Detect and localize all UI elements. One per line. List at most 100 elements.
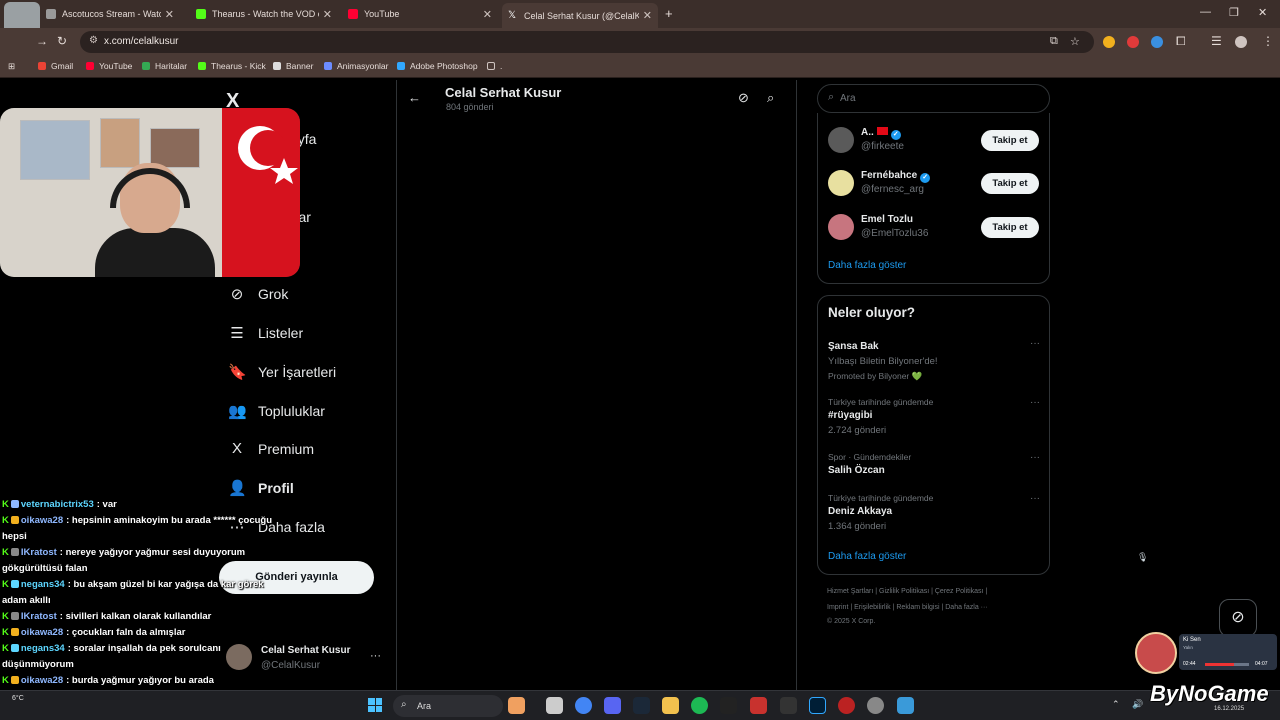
weather-widget[interactable]: 6°C <box>12 695 24 702</box>
trend-item[interactable]: Türkiye tarihinde gündemde #rüyagibi 2.7… <box>828 397 1040 436</box>
tab-youtube[interactable]: YouTube ✕ <box>342 4 498 24</box>
trend-title: Deniz Akkaya <box>828 506 893 517</box>
bookmark-star-icon[interactable]: ☆ <box>1070 35 1080 48</box>
user-handle: @firkeete <box>861 141 904 152</box>
spotify-icon[interactable] <box>691 697 708 714</box>
minimize-icon[interactable]: — <box>1200 6 1211 18</box>
address-bar[interactable]: ⚙ x.com/celalkusur ⧉ ☆ <box>80 31 1094 53</box>
apps-grid-icon[interactable]: ⊞ <box>8 61 15 72</box>
app-icon[interactable] <box>838 697 855 714</box>
follow-button[interactable]: Takip et <box>981 173 1039 194</box>
close-tab-icon[interactable]: ✕ <box>323 8 332 21</box>
back-arrow-icon[interactable]: ← <box>408 90 421 105</box>
more-icon[interactable]: ··· <box>1030 493 1040 504</box>
extension-icon[interactable] <box>1151 36 1163 48</box>
sidebar-item-profile[interactable]: 👤 Profil <box>228 479 294 497</box>
grok-icon[interactable]: ⊘ <box>738 90 749 106</box>
bookmark-folder[interactable]: . <box>487 61 502 71</box>
tab-x-profile[interactable]: 𝕏 Celal Serhat Kusur (@CelalKusu ✕ <box>502 3 658 28</box>
obs-icon[interactable] <box>867 697 884 714</box>
forward-icon[interactable]: → <box>36 34 48 48</box>
song-progress-bar <box>1205 663 1249 666</box>
footer-links[interactable]: Imprint | Erişilebilirlik | Reklam bilgi… <box>827 604 988 611</box>
bookmark-thearus-kick[interactable]: Thearus - Kick <box>198 61 266 71</box>
search-input[interactable]: ⌕ Ara <box>817 84 1050 113</box>
chrome-icon[interactable] <box>575 697 592 714</box>
extension-icon[interactable] <box>1127 36 1139 48</box>
sidebar-item-grok[interactable]: ⊘ Grok <box>228 285 289 303</box>
chat-message: Koikawa28: çocukları faln da almışlar <box>2 625 302 641</box>
discord-icon[interactable] <box>604 697 621 714</box>
app-icon[interactable] <box>750 697 767 714</box>
photoshop-icon[interactable] <box>809 697 826 714</box>
reading-list-icon[interactable]: ☰ <box>1211 34 1222 48</box>
webcam-overlay <box>0 108 300 277</box>
sidebar-item-bookmarks[interactable]: 🔖 Yer İşaretleri <box>228 363 336 381</box>
photos-icon[interactable] <box>897 697 914 714</box>
trend-item[interactable]: Spor · Gündemdekiler Salih Özcan ··· <box>828 452 1040 476</box>
sidebar-item-premium[interactable]: X Premium <box>228 440 314 457</box>
task-view-icon[interactable] <box>546 697 563 714</box>
chat-badge-icon <box>10 644 19 652</box>
close-tab-icon[interactable]: ✕ <box>643 9 652 22</box>
maximize-icon[interactable]: ❐ <box>1229 6 1239 19</box>
animations-icon <box>324 62 332 70</box>
taskbar-search[interactable]: ⌕ Ara <box>393 695 503 717</box>
close-tab-icon[interactable]: ✕ <box>165 8 174 21</box>
windows-start-icon[interactable] <box>368 698 382 712</box>
profile-avatar-icon[interactable] <box>1235 36 1247 48</box>
install-app-icon[interactable]: ⧉ <box>1050 35 1058 48</box>
follow-suggestion[interactable]: Emel Tozlu @EmelTozlu36 Takip et <box>828 211 1040 243</box>
bookmark-banner[interactable]: Banner <box>273 61 313 71</box>
chat-message: Koikawa28: burda yağmur yağıyor bu arada <box>2 673 302 689</box>
sidebar-item-lists[interactable]: ☰ Listeler <box>228 324 303 342</box>
list-icon: ☰ <box>230 325 244 342</box>
sushi-app-icon[interactable] <box>508 697 525 714</box>
trend-item[interactable]: Türkiye tarihinde gündemde Deniz Akkaya … <box>828 493 1040 532</box>
bookmark-animations[interactable]: Animasyonlar <box>324 61 389 71</box>
bookmark-gmail[interactable]: Gmail <box>38 61 73 71</box>
reload-icon[interactable]: ↻ <box>57 34 67 48</box>
user-handle: @EmelTozlu36 <box>861 228 929 239</box>
more-icon[interactable]: ··· <box>370 650 381 662</box>
bookmark-maps[interactable]: Haritalar <box>142 61 187 71</box>
tray-chevron-icon[interactable]: ⌃ <box>1112 699 1120 710</box>
more-icon[interactable]: ··· <box>1030 397 1040 408</box>
tab-thearus[interactable]: Thearus - Watch the VOD on Ki ✕ <box>190 4 338 24</box>
follow-suggestion[interactable]: A.. ✓ @firkeete Takip et <box>828 124 1040 156</box>
show-more-link[interactable]: Daha fazla göster <box>828 551 906 562</box>
sidebar-item-communities[interactable]: 👥 Topluluklar <box>228 402 325 420</box>
watermark-logo: ByNoGame <box>1150 681 1269 706</box>
chat-username: negans34 <box>20 579 65 590</box>
close-window-icon[interactable]: ✕ <box>1258 6 1267 19</box>
search-icon[interactable]: ⌕ <box>767 90 774 106</box>
chat-badge-icon <box>10 676 19 684</box>
capcut-icon[interactable] <box>720 697 737 714</box>
epic-games-icon[interactable] <box>780 697 797 714</box>
file-explorer-icon[interactable] <box>662 697 679 714</box>
trends-title: Neler oluyor? <box>828 305 916 320</box>
site-settings-icon[interactable]: ⚙ <box>89 35 98 46</box>
extension-icon[interactable] <box>1103 36 1115 48</box>
tab-favicon-icon <box>46 9 56 19</box>
poster <box>20 120 90 180</box>
volume-icon[interactable]: 🔊 <box>1132 699 1143 710</box>
close-tab-icon[interactable]: ✕ <box>483 8 492 21</box>
bookmark-youtube[interactable]: YouTube <box>86 61 132 71</box>
trend-item[interactable]: Şansa Bak Yılbaşı Biletin Bilyoner'de! P… <box>828 338 1040 382</box>
steam-icon[interactable] <box>633 697 650 714</box>
new-tab-button[interactable]: + <box>665 6 673 21</box>
footer-links[interactable]: Hizmet Şartları | Gizlilik Politikası | … <box>827 588 987 595</box>
bookmark-photoshop[interactable]: Adobe Photoshop <box>397 61 478 71</box>
show-more-link[interactable]: Daha fazla göster <box>828 260 906 271</box>
more-icon[interactable]: ··· <box>1030 452 1040 463</box>
follow-button[interactable]: Takip et <box>981 130 1039 151</box>
kick-icon: K <box>2 499 9 510</box>
chrome-menu-icon[interactable]: ⋮ <box>1262 34 1274 48</box>
tab-ascotucos[interactable]: Ascotucos Stream - Watch Live ✕ <box>40 4 180 24</box>
more-icon[interactable]: ··· <box>1030 338 1040 349</box>
user-name: Fernébahce <box>861 170 918 181</box>
follow-suggestion[interactable]: Fernébahce ✓ @fernesc_arg Takip et <box>828 167 1040 199</box>
extensions-puzzle-icon[interactable]: ⧠ <box>1176 34 1186 49</box>
follow-button[interactable]: Takip et <box>981 217 1039 238</box>
